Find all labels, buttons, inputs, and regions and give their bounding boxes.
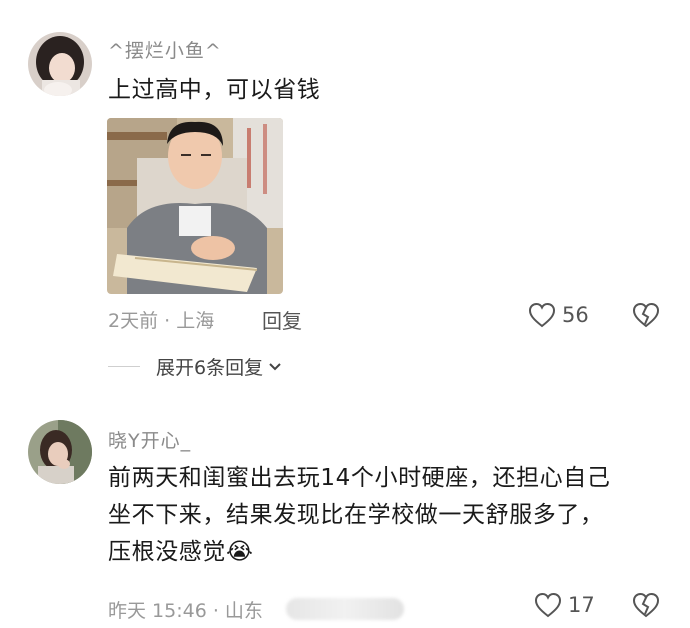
comment-username[interactable]: ^摆烂小鱼^ bbox=[108, 36, 222, 63]
crying-face-icon: 😭 bbox=[226, 539, 254, 565]
like-button[interactable]: 56 bbox=[528, 302, 589, 328]
broken-heart-icon bbox=[632, 302, 660, 328]
comment-text-line: 前两天和闺蜜出去玩14个小时硬座，还担心自己 bbox=[108, 465, 611, 491]
comment-text: 前两天和闺蜜出去玩14个小时硬座，还担心自己 坐不下来，结果发现比在学校做一天舒… bbox=[108, 460, 678, 571]
comment-username[interactable]: 晓Y开心_ bbox=[108, 426, 191, 453]
comment-section: ^摆烂小鱼^ 上过高中，可以省钱 2天前 · 上海 回复 56 展开6条回复 晓… bbox=[0, 0, 690, 628]
chevron-down-icon bbox=[269, 362, 281, 370]
comment-text: 上过高中，可以省钱 bbox=[108, 77, 321, 103]
avatar[interactable] bbox=[28, 32, 92, 96]
reply-button[interactable]: 回复 bbox=[262, 305, 302, 334]
like-count: 17 bbox=[568, 593, 595, 617]
expand-replies-button[interactable]: 展开6条回复 bbox=[108, 353, 283, 380]
expand-replies-label: 展开6条回复 bbox=[156, 357, 264, 379]
like-button[interactable]: 17 bbox=[534, 592, 595, 618]
comment-text-line: 坐不下来，结果发现比在学校做一天舒服多了， bbox=[108, 502, 604, 528]
comment-meta: 昨天 15:46 · 山东 bbox=[108, 600, 263, 622]
divider-line bbox=[108, 366, 140, 367]
blurred-tag bbox=[286, 598, 404, 620]
comment-text-line: 压根没感觉😭 bbox=[108, 534, 678, 571]
comment-image[interactable] bbox=[107, 118, 283, 294]
avatar[interactable] bbox=[28, 420, 92, 484]
like-count: 56 bbox=[562, 303, 589, 327]
broken-heart-icon bbox=[632, 592, 660, 618]
heart-outline-icon bbox=[528, 302, 556, 328]
comment-meta: 2天前 · 上海 bbox=[108, 310, 215, 332]
dislike-button[interactable] bbox=[632, 592, 660, 622]
comment-text-fragment: 压根没感觉 bbox=[108, 539, 226, 565]
heart-outline-icon bbox=[534, 592, 562, 618]
dislike-button[interactable] bbox=[632, 302, 660, 332]
